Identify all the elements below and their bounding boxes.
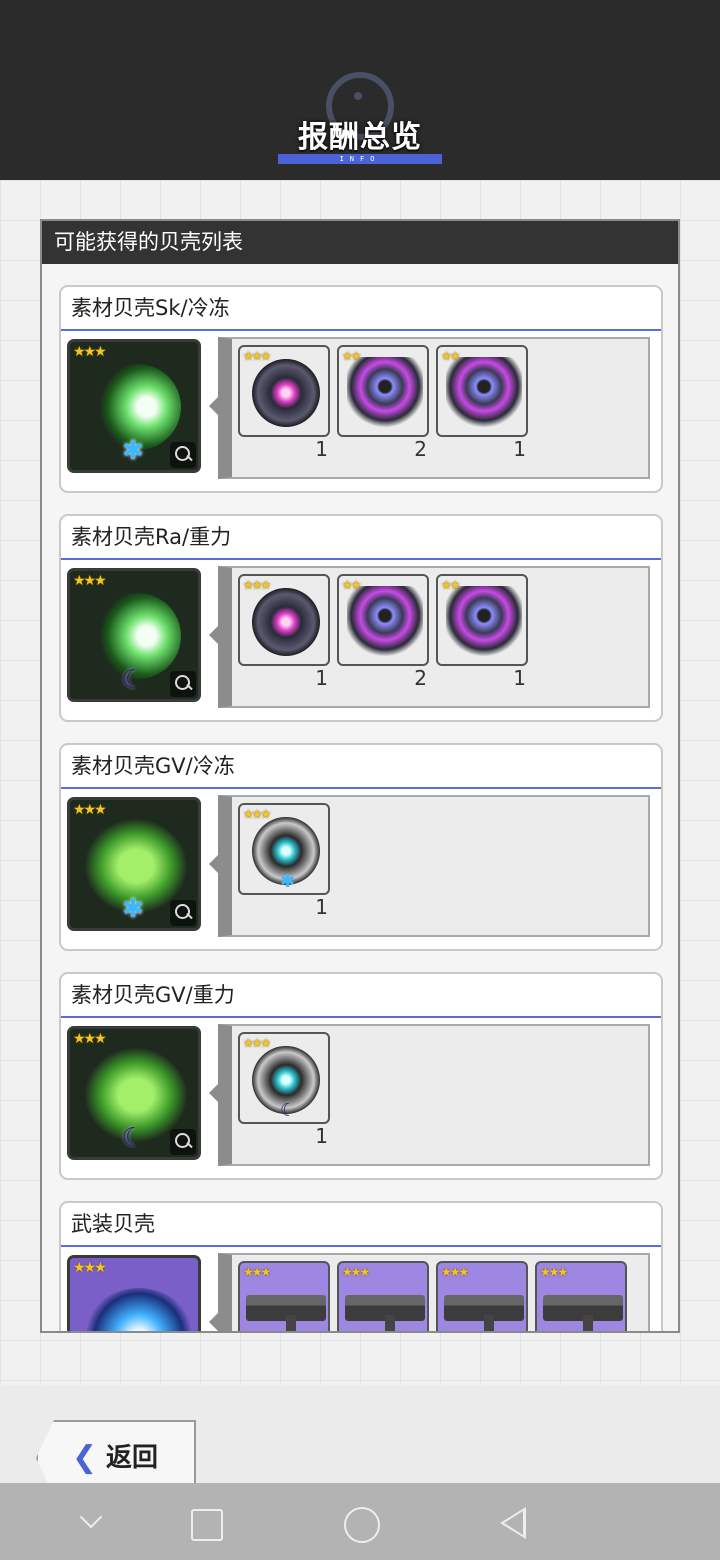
drop-list: ★★★ 1 ★★ 2 ★★ 1 bbox=[218, 566, 650, 708]
rarity-stars-icon: ★★★ bbox=[243, 1036, 271, 1050]
section-title: 素材贝壳GV/冷冻 bbox=[61, 745, 661, 789]
drop-list: ★★★ ★★★ ★★★ ★★★ bbox=[218, 1253, 650, 1331]
rarity-stars-icon: ★★★ bbox=[73, 573, 107, 589]
rarity-stars-icon: ★★★ bbox=[243, 349, 271, 363]
zoom-icon[interactable] bbox=[170, 900, 196, 926]
header-bar: INFO 报酬总览 bbox=[0, 0, 720, 180]
pink-eye-orb-icon[interactable]: ★★★ bbox=[238, 345, 330, 437]
gravity-element-icon: ☾ bbox=[121, 1123, 145, 1153]
purple-gear-part-icon[interactable]: ★★ bbox=[436, 345, 528, 437]
rarity-stars-icon: ★★ bbox=[441, 578, 460, 592]
spiky-shell-gravity-icon[interactable]: ★★★ ☾ bbox=[67, 1026, 201, 1160]
drop-quantity: 1 bbox=[315, 437, 328, 461]
hide-keyboard-chevron-down-icon[interactable] bbox=[70, 1503, 110, 1543]
heavy-cannon-icon[interactable]: ★★★ bbox=[436, 1261, 528, 1331]
drop-quantity: 1 bbox=[315, 666, 328, 690]
drop-list: ★★★ ✱ 1 bbox=[218, 795, 650, 937]
rarity-stars-icon: ★★★ bbox=[342, 1265, 370, 1279]
rarity-stars-icon: ★★ bbox=[342, 349, 361, 363]
chevron-left-icon: ❮ bbox=[72, 1440, 98, 1475]
back-triangle-icon[interactable] bbox=[494, 1503, 534, 1543]
section-title: 素材贝壳Sk/冷冻 bbox=[61, 287, 661, 331]
panel-title: 可能获得的贝壳列表 bbox=[42, 221, 678, 264]
home-circle-icon[interactable] bbox=[340, 1503, 380, 1543]
shell-section-gv-gravity: 素材贝壳GV/重力 ★★★ ☾ ★★★ ☾ 1 bbox=[59, 972, 663, 1180]
freeze-element-icon: ✱ bbox=[280, 871, 296, 892]
zoom-icon[interactable] bbox=[170, 671, 196, 697]
section-title: 素材贝壳Ra/重力 bbox=[61, 516, 661, 560]
pointer-arrow bbox=[209, 626, 218, 644]
shell-list-panel[interactable]: 可能获得的贝壳列表 素材贝壳Sk/冷冻 ★★★ ✱ ★★★ 1 ★★ 2 ★★ … bbox=[40, 219, 680, 1333]
gravity-element-icon: ☾ bbox=[280, 1100, 297, 1121]
rarity-stars-icon: ★★★ bbox=[73, 344, 107, 360]
pointer-arrow bbox=[209, 397, 218, 415]
rarity-stars-icon: ★★★ bbox=[540, 1265, 568, 1279]
rifle-weapon-icon[interactable]: ★★★ bbox=[238, 1261, 330, 1331]
rarity-stars-icon: ★★ bbox=[441, 349, 460, 363]
rarity-stars-icon: ★★★ bbox=[73, 802, 107, 818]
freeze-element-icon: ✱ bbox=[122, 436, 144, 466]
blue-energy-shell-icon[interactable]: ★★★ bbox=[67, 1255, 201, 1331]
drop-quantity: 1 bbox=[513, 437, 526, 461]
shell-section-sk-freeze: 素材贝壳Sk/冷冻 ★★★ ✱ ★★★ 1 ★★ 2 ★★ 1 bbox=[59, 285, 663, 493]
section-title: 素材贝壳GV/重力 bbox=[61, 974, 661, 1018]
section-title: 武装贝壳 bbox=[61, 1203, 661, 1247]
zoom-icon[interactable] bbox=[170, 1129, 196, 1155]
zoom-icon[interactable] bbox=[170, 442, 196, 468]
pointer-arrow bbox=[209, 855, 218, 873]
title-emblem: INFO 报酬总览 bbox=[260, 70, 460, 170]
page-title: 报酬总览 bbox=[298, 120, 422, 155]
drop-quantity: 2 bbox=[414, 666, 427, 690]
rifle-weapon-icon[interactable]: ★★★ bbox=[337, 1261, 429, 1331]
heavy-cannon-icon[interactable]: ★★★ bbox=[535, 1261, 627, 1331]
teal-eye-orb-gravity-icon[interactable]: ★★★ ☾ bbox=[238, 1032, 330, 1124]
green-shell-freeze-icon[interactable]: ★★★ ✱ bbox=[67, 339, 201, 473]
pointer-arrow bbox=[209, 1313, 218, 1331]
rarity-stars-icon: ★★ bbox=[342, 578, 361, 592]
gravity-element-icon: ☾ bbox=[121, 665, 145, 695]
pink-eye-orb-icon[interactable]: ★★★ bbox=[238, 574, 330, 666]
drop-quantity: 1 bbox=[315, 1124, 328, 1148]
drop-quantity: 1 bbox=[513, 666, 526, 690]
rarity-stars-icon: ★★★ bbox=[243, 1265, 271, 1279]
drop-list: ★★★ ☾ 1 bbox=[218, 1024, 650, 1166]
drop-quantity: 2 bbox=[414, 437, 427, 461]
drop-quantity: 1 bbox=[315, 895, 328, 919]
drop-list: ★★★ 1 ★★ 2 ★★ 1 bbox=[218, 337, 650, 479]
system-nav-bar bbox=[0, 1483, 720, 1560]
back-button-label: 返回 bbox=[106, 1443, 159, 1473]
spiky-shell-freeze-icon[interactable]: ★★★ ✱ bbox=[67, 797, 201, 931]
shell-section-armed: 武装贝壳 ★★★ ★★★ ★★★ ★★★ ★★★ bbox=[59, 1201, 663, 1331]
teal-eye-orb-freeze-icon[interactable]: ★★★ ✱ bbox=[238, 803, 330, 895]
freeze-element-icon: ✱ bbox=[122, 894, 144, 924]
pointer-arrow bbox=[209, 1084, 218, 1102]
purple-gear-part-icon[interactable]: ★★ bbox=[436, 574, 528, 666]
purple-gear-part-icon[interactable]: ★★ bbox=[337, 345, 429, 437]
rarity-stars-icon: ★★★ bbox=[73, 1260, 107, 1276]
shell-section-gv-freeze: 素材贝壳GV/冷冻 ★★★ ✱ ★★★ ✱ 1 bbox=[59, 743, 663, 951]
rarity-stars-icon: ★★★ bbox=[441, 1265, 469, 1279]
recent-apps-square-icon[interactable] bbox=[184, 1503, 224, 1543]
purple-gear-part-icon[interactable]: ★★ bbox=[337, 574, 429, 666]
rarity-stars-icon: ★★★ bbox=[243, 578, 271, 592]
rarity-stars-icon: ★★★ bbox=[73, 1031, 107, 1047]
green-shell-gravity-icon[interactable]: ★★★ ☾ bbox=[67, 568, 201, 702]
shell-section-ra-gravity: 素材贝壳Ra/重力 ★★★ ☾ ★★★ 1 ★★ 2 ★★ 1 bbox=[59, 514, 663, 722]
rarity-stars-icon: ★★★ bbox=[243, 807, 271, 821]
